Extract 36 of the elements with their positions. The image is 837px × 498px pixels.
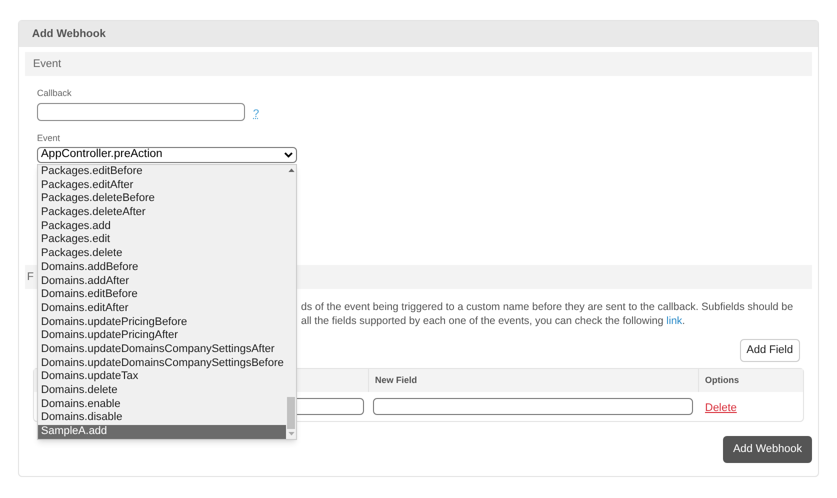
dropdown-option[interactable]: Domains.disable (38, 411, 286, 426)
dropdown-option[interactable]: Packages.add (38, 220, 286, 234)
dropdown-option[interactable]: Domains.updatePricingBefore (38, 316, 286, 330)
description-text: all the fields supported by each one of the events, you can check the following link. (301, 314, 686, 328)
dropdown-option[interactable]: Packages.editBefore (38, 165, 286, 179)
add-webhook-button[interactable]: Add Webhook (723, 436, 812, 463)
callback-field[interactable] (37, 103, 245, 121)
dropdown-option[interactable]: Packages.delete (38, 247, 286, 261)
add-field-button[interactable]: Add Field (740, 339, 800, 362)
event-select[interactable]: AppController.preAction (37, 147, 297, 163)
dropdown-option[interactable]: Domains.editAfter (38, 302, 286, 316)
dropdown-option[interactable]: Packages.editAfter (38, 178, 286, 192)
dropdown-option[interactable]: Packages.edit (38, 233, 286, 248)
section-header: Event (25, 52, 812, 76)
dropdown-option[interactable]: Domains.updateTax (38, 370, 286, 384)
dropdown-option[interactable]: Packages.deleteAfter (38, 206, 286, 220)
column-header: Options (698, 369, 803, 392)
dropdown-option[interactable]: Domains.editBefore (38, 288, 286, 302)
dropdown-option[interactable]: Domains.updatePricingAfter (38, 329, 286, 343)
description-text: ds of the event being triggered to a custom name before they are sent to the callback. Subfields should be (301, 300, 794, 314)
field-label: Callback (37, 87, 73, 99)
dropdown-option[interactable]: Domains.enable (38, 398, 286, 412)
chevron-icon (284, 152, 293, 158)
field-label: Event (37, 132, 62, 144)
delete-link[interactable]: Delete (705, 402, 737, 414)
dropdown-option[interactable]: Domains.updateDomainsCompanySettingsBefore (38, 356, 286, 370)
panel-title: Add Webhook (19, 21, 818, 47)
dropdown-option[interactable]: Packages.deleteBefore (38, 192, 286, 206)
dropdown-option[interactable]: Domains.delete (38, 384, 286, 398)
docs-link[interactable]: link (666, 315, 682, 327)
new-field-input[interactable] (373, 398, 693, 415)
column-header: New Field (368, 369, 698, 392)
dropdown-option[interactable]: Domains.updateDomainsCompanySettingsAfter (38, 342, 286, 357)
dropdown-option[interactable]: Domains.addAfter (38, 274, 286, 288)
dropdown-option[interactable]: SampleA.add (38, 425, 286, 439)
scroll-thumb[interactable] (287, 397, 295, 429)
